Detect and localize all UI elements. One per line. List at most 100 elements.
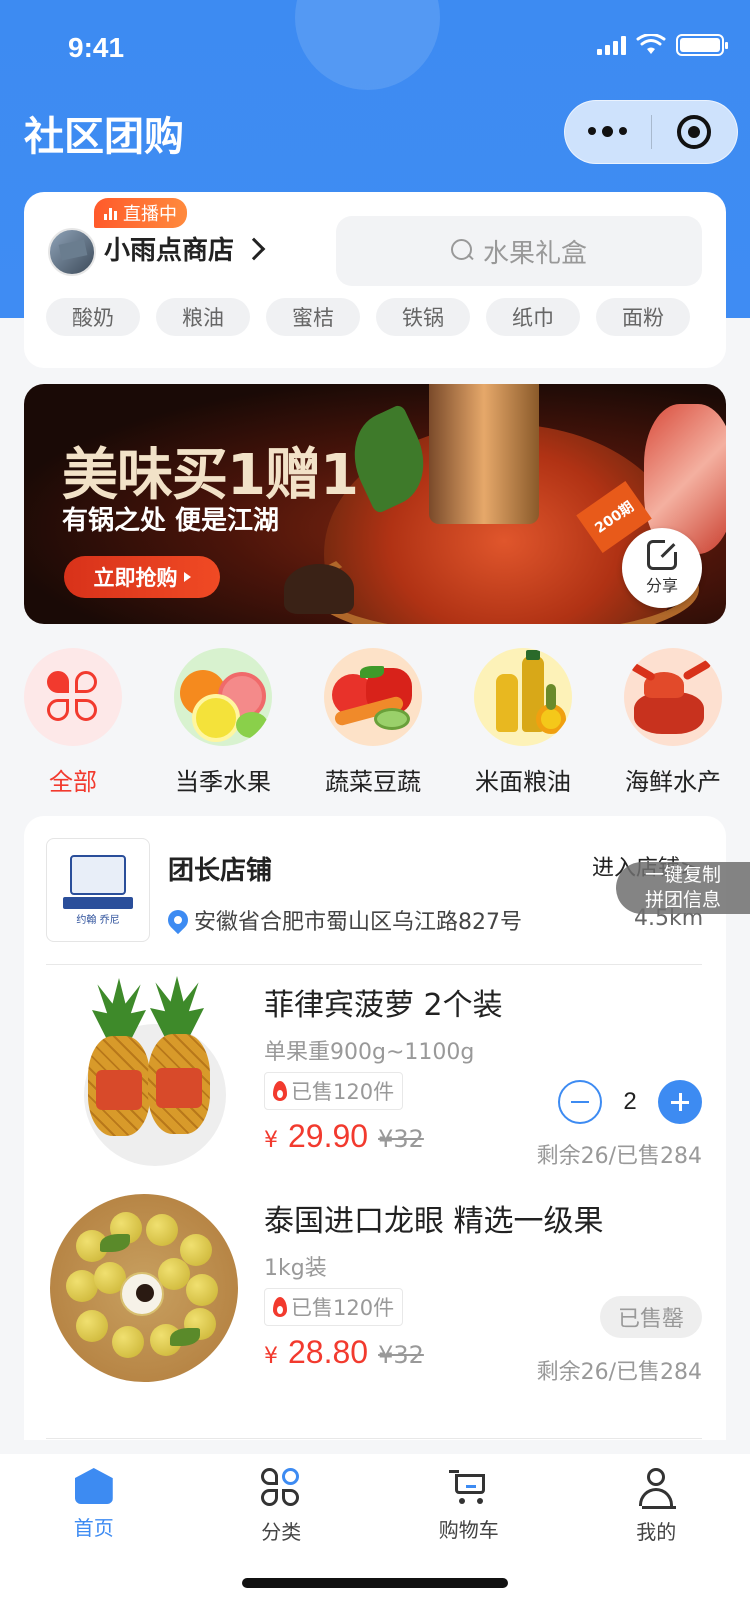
product-name: 菲律宾菠萝 2个装 — [264, 988, 503, 1023]
page-title: 社区团购 — [24, 114, 184, 160]
tab-label: 首页 — [73, 1516, 114, 1540]
share-icon — [647, 538, 679, 570]
tag-chip[interactable]: 酸奶 — [46, 298, 140, 336]
signal-icon — [597, 35, 626, 55]
longan-image — [46, 1190, 242, 1386]
sold-count: 已售120件 — [291, 1080, 395, 1104]
mushroom-decor — [284, 564, 354, 614]
tab-label: 购物车 — [438, 1518, 499, 1542]
product-spec: 单果重900g~1100g — [264, 1040, 475, 1065]
buy-now-label: 立即抢购 — [93, 566, 178, 590]
sold-out-badge: 已售罄 — [600, 1296, 702, 1338]
close-target-icon[interactable] — [652, 115, 738, 149]
buy-now-button[interactable]: 立即抢购 — [64, 556, 220, 598]
shop-title: 团长店铺 — [168, 856, 273, 886]
category-vegetable[interactable]: 蔬菜豆蔬 — [324, 648, 422, 797]
product-price: ¥ 29.90 ¥32 — [264, 1118, 424, 1155]
hotpot-chimney — [429, 384, 539, 524]
tab-category[interactable]: 分类 — [188, 1454, 376, 1556]
product-price: ¥ 28.80 ¥32 — [264, 1334, 424, 1371]
live-badge-label: 直播中 — [123, 204, 177, 225]
tab-cart[interactable]: 购物车 — [375, 1454, 563, 1556]
battery-icon — [676, 34, 728, 56]
wifi-icon — [636, 34, 666, 54]
fruit-icon — [174, 648, 272, 746]
category-row: 全部 当季水果 蔬菜豆蔬 米面粮油 海鲜水产 — [24, 648, 750, 797]
store-card: 直播中 小雨点商店 水果礼盒 酸奶 粮油 蜜桔 铁锅 纸巾 面粉 — [24, 192, 726, 368]
copy-hint-line1: 一键复制 — [644, 864, 721, 886]
home-indicator-area — [0, 1556, 750, 1624]
category-fruit[interactable]: 当季水果 — [174, 648, 272, 797]
category-label: 米面粮油 — [475, 768, 571, 796]
product-name: 泰国进口龙眼 精选一级果 — [264, 1204, 604, 1239]
category-label: 全部 — [49, 768, 97, 796]
stock-info: 剩余26/已售284 — [536, 1144, 702, 1169]
status-icons — [597, 34, 728, 56]
copy-group-info-button[interactable]: 一键复制 拼团信息 — [616, 862, 750, 914]
vegetable-icon — [324, 648, 422, 746]
original-price: ¥32 — [378, 1125, 424, 1153]
location-pin-icon — [163, 905, 193, 935]
home-icon — [74, 1468, 113, 1504]
live-badge[interactable]: 直播中 — [94, 198, 187, 228]
category-label: 海鲜水产 — [625, 768, 721, 796]
share-label: 分享 — [645, 576, 678, 595]
play-arrow-icon — [183, 572, 191, 582]
tab-profile[interactable]: 我的 — [563, 1454, 750, 1556]
status-time: 9:41 — [68, 32, 125, 63]
stock-info: 剩余26/已售284 — [536, 1360, 702, 1385]
seafood-icon — [624, 648, 722, 746]
divider — [46, 964, 702, 965]
user-icon — [637, 1468, 677, 1509]
price-value: 29.90 — [288, 1118, 369, 1154]
tag-chip[interactable]: 铁锅 — [376, 298, 470, 336]
tag-chip[interactable]: 纸巾 — [486, 298, 580, 336]
share-button[interactable]: 分享 — [622, 528, 702, 608]
minus-button[interactable] — [558, 1080, 602, 1124]
divider — [46, 1438, 702, 1439]
copy-hint-line2: 拼团信息 — [644, 889, 721, 911]
tab-label: 我的 — [636, 1520, 677, 1544]
flame-icon — [273, 1081, 287, 1101]
search-icon — [450, 239, 475, 263]
quantity-stepper: 2 — [558, 1080, 702, 1124]
grid-icon — [24, 648, 122, 746]
category-all[interactable]: 全部 — [24, 648, 122, 797]
tag-chip[interactable]: 蜜桔 — [266, 298, 360, 336]
plus-button[interactable] — [658, 1080, 702, 1124]
product-card[interactable]: 菲律宾菠萝 2个装 单果重900g~1100g 已售120件 ¥ 29.90 ¥… — [24, 968, 726, 1188]
store-avatar[interactable] — [48, 228, 96, 276]
tab-label: 分类 — [261, 1520, 302, 1544]
shop-address: 安徽省合肥市蜀山区乌江路827号 — [163, 904, 522, 936]
oil-icon — [474, 648, 572, 746]
shop-logo-ribbon — [63, 896, 133, 909]
currency-symbol: ¥ — [264, 1128, 278, 1153]
home-indicator[interactable] — [242, 1578, 508, 1588]
promo-banner[interactable]: 200期 美味买1赠1 有锅之处 便是江湖 立即抢购 — [24, 384, 726, 624]
sold-badge: 已售120件 — [264, 1072, 404, 1110]
category-icon — [261, 1468, 301, 1508]
search-placeholder: 水果礼盒 — [482, 238, 587, 269]
category-seafood[interactable]: 海鲜水产 — [624, 648, 722, 797]
cart-icon — [448, 1468, 489, 1506]
shop-logo[interactable]: 约翰 乔尼 — [46, 838, 150, 942]
live-bars-icon — [104, 206, 117, 220]
more-icon[interactable] — [565, 126, 651, 137]
product-card[interactable]: 泰国进口龙眼 精选一级果 1kg装 已售120件 ¥ 28.80 ¥32 已售罄… — [24, 1184, 726, 1404]
status-bar: 9:41 — [0, 0, 750, 96]
store-name-link[interactable]: 小雨点商店 — [104, 230, 266, 267]
quantity-value: 2 — [623, 1088, 637, 1115]
tag-chip[interactable]: 粮油 — [156, 298, 250, 336]
tag-chip[interactable]: 面粉 — [596, 298, 690, 336]
sold-badge: 已售120件 — [264, 1288, 404, 1326]
search-input[interactable]: 水果礼盒 — [336, 216, 702, 286]
store-name: 小雨点商店 — [104, 236, 235, 266]
category-grain-oil[interactable]: 米面粮油 — [474, 648, 572, 797]
mini-program-capsule[interactable] — [564, 100, 738, 164]
tab-home[interactable]: 首页 — [0, 1454, 188, 1556]
tab-bar: 首页 分类 购物车 我的 — [0, 1454, 750, 1556]
currency-symbol: ¥ — [264, 1344, 278, 1369]
sold-count: 已售120件 — [291, 1296, 395, 1320]
shop-logo-text: 约翰 乔尼 — [76, 914, 120, 926]
quick-tags: 酸奶 粮油 蜜桔 铁锅 纸巾 面粉 — [46, 298, 690, 336]
